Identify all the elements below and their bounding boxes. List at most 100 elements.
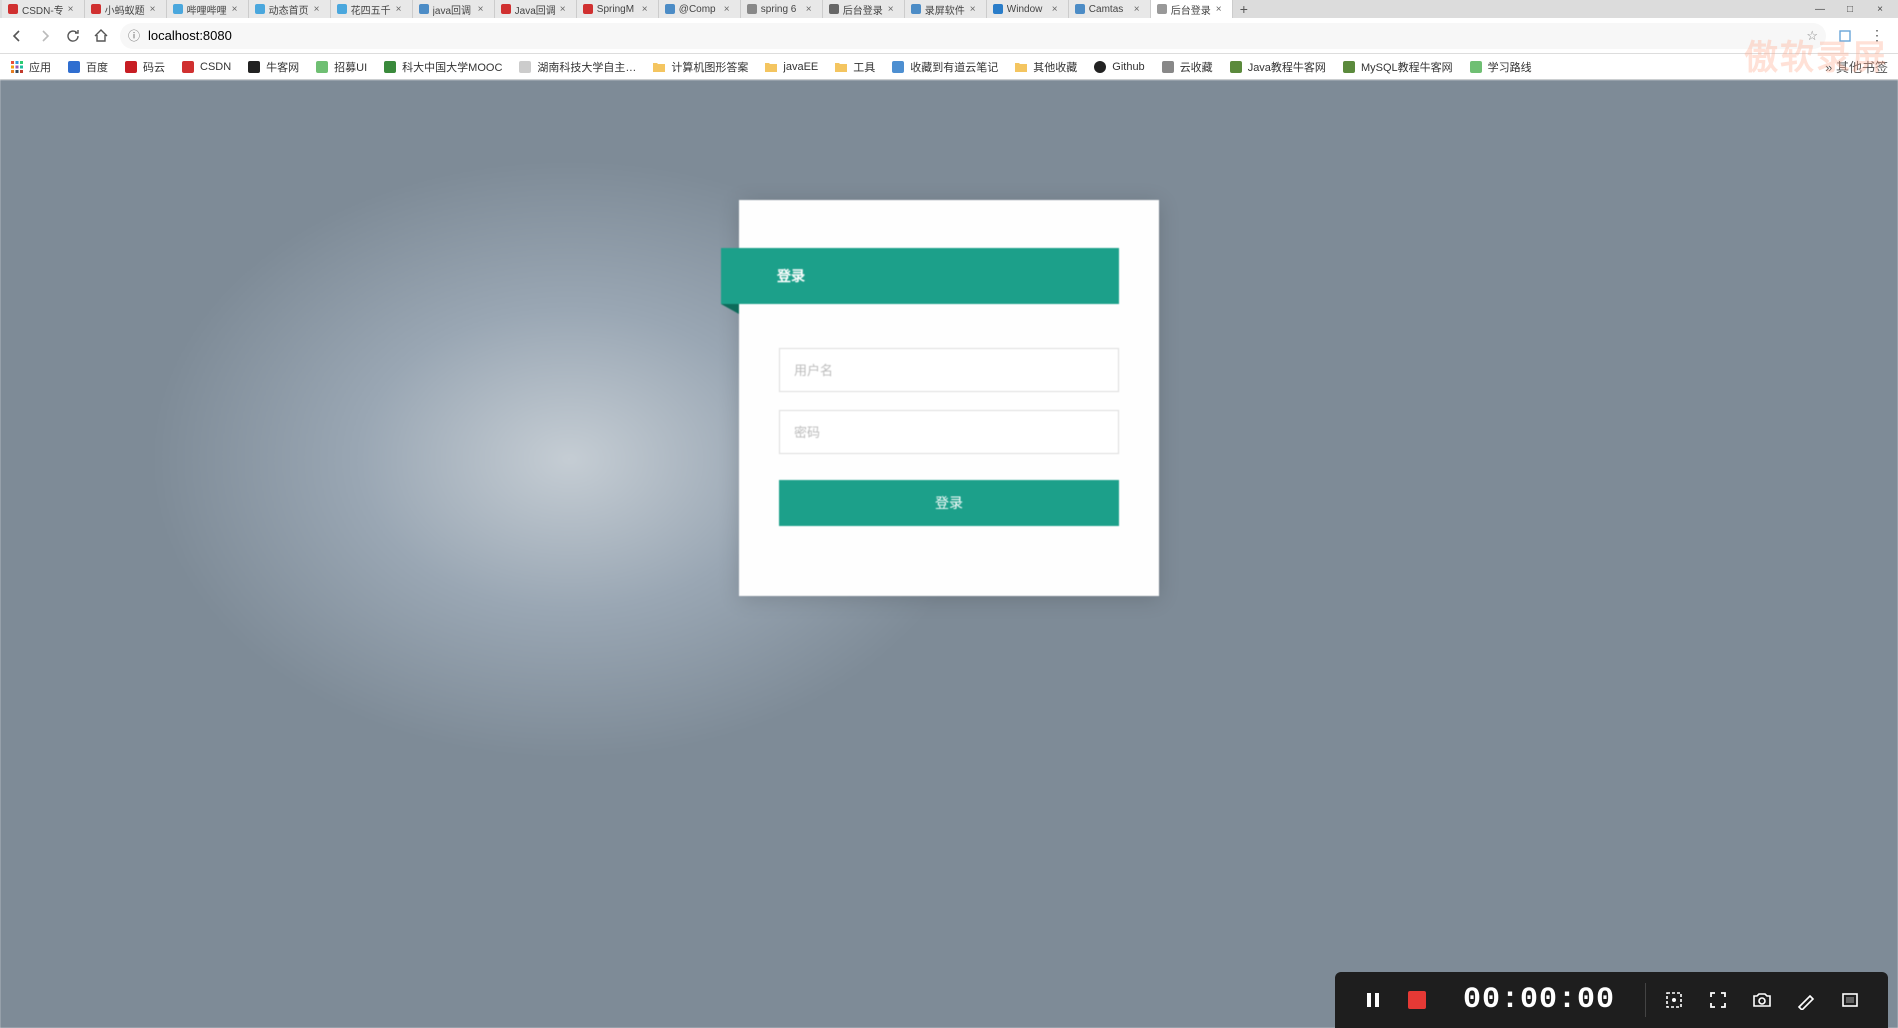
tab-title: 录屏软件 <box>925 2 966 17</box>
bookmark-item[interactable]: 应用 <box>10 59 51 75</box>
tab-close-icon[interactable]: × <box>232 4 242 14</box>
password-input[interactable] <box>779 410 1119 454</box>
bookmark-item[interactable]: MySQL教程牛客网 <box>1342 59 1453 75</box>
bookmark-favicon-icon <box>247 60 261 74</box>
browser-tab[interactable]: Java回调× <box>495 0 577 18</box>
tab-close-icon[interactable]: × <box>642 4 652 14</box>
tab-favicon-icon <box>1157 4 1167 14</box>
bookmarks-overflow[interactable]: » 其他书签 <box>1825 57 1888 76</box>
bookmark-item[interactable]: 百度 <box>67 59 108 75</box>
browser-tab[interactable]: 后台登录 × <box>1151 0 1233 18</box>
tab-title: Window <box>1007 4 1048 15</box>
login-card: 登录 登录 <box>739 200 1159 596</box>
tab-close-icon[interactable]: × <box>970 4 980 14</box>
bookmark-item[interactable]: 学习路线 <box>1469 59 1532 75</box>
bookmark-label: 科大中国大学MOOC <box>402 59 502 75</box>
bookmark-favicon-icon <box>1469 60 1483 74</box>
bookmarks-overflow-label: 其他书签 <box>1836 60 1888 75</box>
bookmark-item[interactable]: 科大中国大学MOOC <box>383 59 502 75</box>
bookmark-label: 计算机图形答案 <box>671 59 748 75</box>
browser-tab[interactable]: 哔哩哔哩 × <box>167 0 249 18</box>
bookmark-item[interactable]: 云收藏 <box>1161 59 1213 75</box>
username-input[interactable] <box>779 348 1119 392</box>
bookmark-item[interactable]: CSDN <box>181 60 231 74</box>
bookmark-item[interactable]: 湖南科技大学自主… <box>518 59 636 75</box>
bookmark-item[interactable]: 牛客网 <box>247 59 299 75</box>
browser-tab[interactable]: 录屏软件 × <box>905 0 987 18</box>
url-input[interactable] <box>148 28 1798 43</box>
tab-favicon-icon <box>255 4 265 14</box>
tab-favicon-icon <box>665 4 675 14</box>
bookmark-item[interactable]: 招募UI <box>315 59 367 75</box>
site-info-icon[interactable]: ⓘ <box>128 27 140 44</box>
recorder-camera-icon[interactable] <box>1740 978 1784 1022</box>
recorder-time: 00:00:00 <box>1439 983 1639 1017</box>
browser-tab-strip: CSDN-专×小蚂蚁题×哔哩哔哩×动态首页×花四五千×java回调×Java回调… <box>0 0 1898 18</box>
bookmark-label: javaEE <box>783 61 818 73</box>
tab-close-icon[interactable]: × <box>806 4 816 14</box>
tab-favicon-icon <box>583 4 593 14</box>
tab-close-icon[interactable]: × <box>396 4 406 14</box>
login-submit-button[interactable]: 登录 <box>779 480 1119 526</box>
bookmark-favicon-icon <box>181 60 195 74</box>
nav-reload-icon[interactable] <box>64 27 82 45</box>
tab-close-icon[interactable]: × <box>560 4 570 14</box>
tab-close-icon[interactable]: × <box>314 4 324 14</box>
bookmark-item[interactable]: Java教程牛客网 <box>1229 59 1326 75</box>
browser-tab[interactable]: 花四五千× <box>331 0 413 18</box>
recorder-fullscreen-icon[interactable] <box>1696 978 1740 1022</box>
browser-tab[interactable]: SpringM × <box>577 0 659 18</box>
tab-close-icon[interactable]: × <box>150 4 160 14</box>
recorder-pause-button[interactable] <box>1351 978 1395 1022</box>
bookmark-favicon-icon <box>1229 60 1243 74</box>
extension-icon[interactable] <box>1836 27 1854 45</box>
url-bar[interactable]: ⓘ ☆ <box>120 23 1826 49</box>
browser-tab[interactable]: 小蚂蚁题× <box>85 0 167 18</box>
tab-title: @Comp <box>679 4 720 15</box>
tab-title: SpringM <box>597 4 638 15</box>
tab-close-icon[interactable]: × <box>1134 4 1144 14</box>
tab-favicon-icon <box>747 4 757 14</box>
bookmark-item[interactable]: javaEE <box>764 60 818 74</box>
browser-tab[interactable]: @Comp × <box>659 0 741 18</box>
bookmark-item[interactable]: 计算机图形答案 <box>652 59 748 75</box>
bookmark-item[interactable]: 工具 <box>834 59 875 75</box>
tab-title: 哔哩哔哩 <box>187 2 228 17</box>
tab-favicon-icon <box>91 4 101 14</box>
browser-nav-bar: ⓘ ☆ ⋮ <box>0 18 1898 54</box>
browser-tab[interactable]: Window × <box>987 0 1069 18</box>
bookmark-item[interactable]: 收藏到有道云笔记 <box>891 59 998 75</box>
window-close-button[interactable]: × <box>1868 2 1892 16</box>
tab-title: 后台登录 <box>1171 2 1212 17</box>
separator <box>1645 983 1646 1017</box>
login-form: 登录 <box>779 348 1119 526</box>
window-minimize-button[interactable]: — <box>1808 2 1832 16</box>
new-tab-button[interactable]: + <box>1233 1 1255 17</box>
bookmark-star-icon[interactable]: ☆ <box>1806 28 1818 44</box>
browser-tab[interactable]: 后台登录× <box>823 0 905 18</box>
recorder-stop-button[interactable] <box>1395 978 1439 1022</box>
recorder-annotate-icon[interactable] <box>1784 978 1828 1022</box>
tab-close-icon[interactable]: × <box>478 4 488 14</box>
browser-menu-icon[interactable]: ⋮ <box>1864 27 1890 44</box>
browser-tab[interactable]: 动态首页× <box>249 0 331 18</box>
nav-back-icon[interactable] <box>8 27 26 45</box>
bookmark-item[interactable]: 码云 <box>124 59 165 75</box>
browser-tab[interactable]: Camtas× <box>1069 0 1151 18</box>
nav-home-icon[interactable] <box>92 27 110 45</box>
browser-tab[interactable]: spring 6× <box>741 0 823 18</box>
tab-close-icon[interactable]: × <box>1052 4 1062 14</box>
browser-tab[interactable]: java回调× <box>413 0 495 18</box>
bookmark-item[interactable]: Github <box>1093 60 1144 74</box>
browser-tab[interactable]: CSDN-专× <box>2 0 85 18</box>
recorder-more-icon[interactable] <box>1828 978 1872 1022</box>
nav-forward-icon[interactable] <box>36 27 54 45</box>
bookmark-label: Java教程牛客网 <box>1248 59 1326 75</box>
tab-close-icon[interactable]: × <box>1216 4 1226 14</box>
tab-close-icon[interactable]: × <box>68 4 78 14</box>
bookmark-item[interactable]: 其他收藏 <box>1014 59 1077 75</box>
window-maximize-button[interactable]: □ <box>1838 2 1862 16</box>
tab-close-icon[interactable]: × <box>888 4 898 14</box>
tab-close-icon[interactable]: × <box>724 4 734 14</box>
recorder-region-icon[interactable] <box>1652 978 1696 1022</box>
